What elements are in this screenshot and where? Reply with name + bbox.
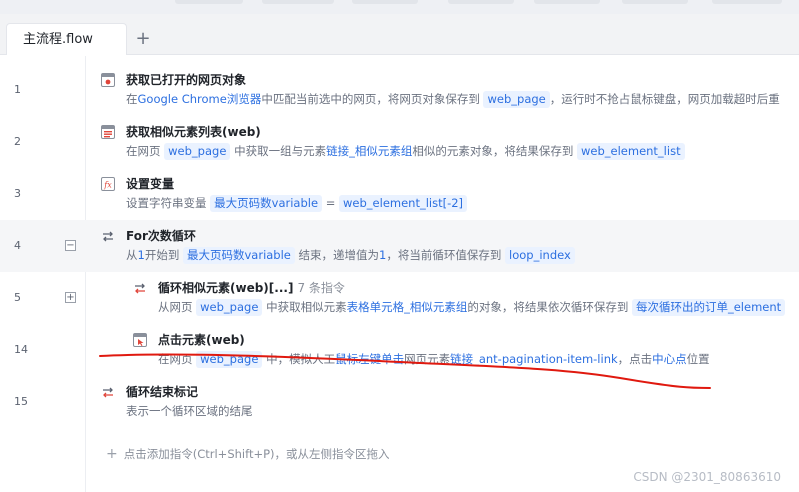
line-number: 1 (14, 83, 21, 96)
flow-row[interactable]: 5 + 循环相似元素(web)[...] 7 条指令 从网页 web_page 中… (0, 272, 799, 324)
loop-icon (135, 283, 145, 294)
svg-text:fx: fx (103, 181, 112, 190)
row-title: 循环相似元素(web)[...] 7 条指令 (158, 281, 345, 295)
toolbar-ghost-button[interactable] (448, 0, 514, 4)
line-number: 4 (14, 239, 21, 252)
line-number: 15 (14, 395, 28, 408)
click-icon (133, 333, 147, 347)
loop-end-icon (103, 387, 113, 398)
variable-chip[interactable]: 最大页码数variable (182, 247, 295, 264)
variable-chip[interactable]: loop_index (505, 247, 575, 264)
row-title: 点击元素(web) (158, 333, 245, 347)
plus-icon: + (106, 446, 118, 462)
row-title: 循环结束标记 (126, 385, 199, 399)
variable-chip[interactable]: 最大页码数variable (210, 195, 323, 212)
row-description: 在Google Chrome浏览器中匹配当前选中的网页，将网页对象保存到 web… (126, 91, 780, 108)
variable-chip[interactable]: web_element_list[-2] (339, 195, 468, 212)
collapse-toggle[interactable]: − (65, 240, 76, 251)
row-description: 表示一个循环区域的结尾 (126, 404, 253, 418)
add-instruction-hint[interactable]: + 点击添加指令(Ctrl+Shift+P)，或从左侧指令区拖入 (106, 446, 390, 462)
toolbar-ghost-button[interactable] (262, 0, 334, 4)
toolbar-ghost-button[interactable] (622, 0, 688, 4)
variable-chip[interactable]: web_page (196, 351, 263, 368)
row-description: 设置字符串变量 最大页码数variable = web_element_list… (126, 195, 468, 212)
row-description: 从网页 web_page 中获取相似元素表格单元格_相似元素组的对象，将结果依次… (158, 299, 786, 316)
tab-main-flow[interactable]: 主流程.flow (6, 23, 127, 55)
top-strip (0, 0, 799, 14)
toolbar-ghost-button[interactable] (534, 0, 600, 4)
line-number: 5 (14, 291, 21, 304)
line-number: 14 (14, 343, 28, 356)
web-page-icon (101, 73, 115, 87)
flow-row[interactable]: 2 获取相似元素列表(web) 在网页 web_page 中获取一组与元素链接_… (0, 116, 799, 168)
row-title: 设置变量 (126, 177, 175, 191)
tab-bar: 主流程.flow + (0, 14, 799, 55)
variable-chip[interactable]: web_page (164, 143, 231, 160)
expand-toggle[interactable]: + (65, 292, 76, 303)
variable-chip[interactable]: web_element_list (576, 143, 685, 160)
element-list-icon (101, 125, 115, 139)
row-description: 在网页 web_page 中获取一组与元素链接_相似元素组相似的元素对象，将结果… (126, 143, 685, 160)
flow-row[interactable]: 3 fx 设置变量 设置字符串变量 最大页码数variable = web_el… (0, 168, 799, 220)
flow-row[interactable]: 15 循环结束标记 表示一个循环区域的结尾 (0, 376, 799, 428)
flow-row[interactable]: 4 − For次数循环 从1开始到 最大页码数variable 结束，递增值为1… (0, 220, 799, 272)
row-description: 从1开始到 最大页码数variable 结束，递增值为1，将当前循环值保存到 l… (126, 247, 575, 264)
row-title: For次数循环 (126, 229, 196, 243)
row-title: 获取相似元素列表(web) (126, 125, 261, 139)
row-description: 在网页 web_page 中，模拟人工鼠标左键单击网页元素链接_ant-pagi… (158, 351, 710, 368)
variable-icon: fx (101, 177, 115, 191)
variable-chip[interactable]: web_page (483, 91, 550, 108)
watermark: CSDN @2301_80863610 (633, 470, 781, 484)
flow-row[interactable]: 14 点击元素(web) 在网页 web_page 中，模拟人工鼠标左键单击网页… (0, 324, 799, 376)
loop-icon (103, 231, 113, 242)
toolbar-ghost-button[interactable] (352, 0, 418, 4)
app-window: 主流程.flow + 1 获取已打开的网页对象 在Google Chrome浏览… (0, 0, 799, 492)
toolbar-ghost-button[interactable] (175, 0, 243, 4)
instruction-count: 7 条指令 (297, 281, 345, 295)
variable-chip[interactable]: 每次循环出的订单_element (631, 299, 786, 316)
line-number: 3 (14, 187, 21, 200)
row-title: 获取已打开的网页对象 (126, 73, 247, 87)
flow-row[interactable]: 1 获取已打开的网页对象 在Google Chrome浏览器中匹配当前选中的网页… (0, 64, 799, 116)
variable-chip[interactable]: web_page (196, 299, 263, 316)
plus-icon[interactable]: + (133, 29, 153, 49)
line-number: 2 (14, 135, 21, 148)
toolbar-ghost-button[interactable] (712, 0, 782, 4)
